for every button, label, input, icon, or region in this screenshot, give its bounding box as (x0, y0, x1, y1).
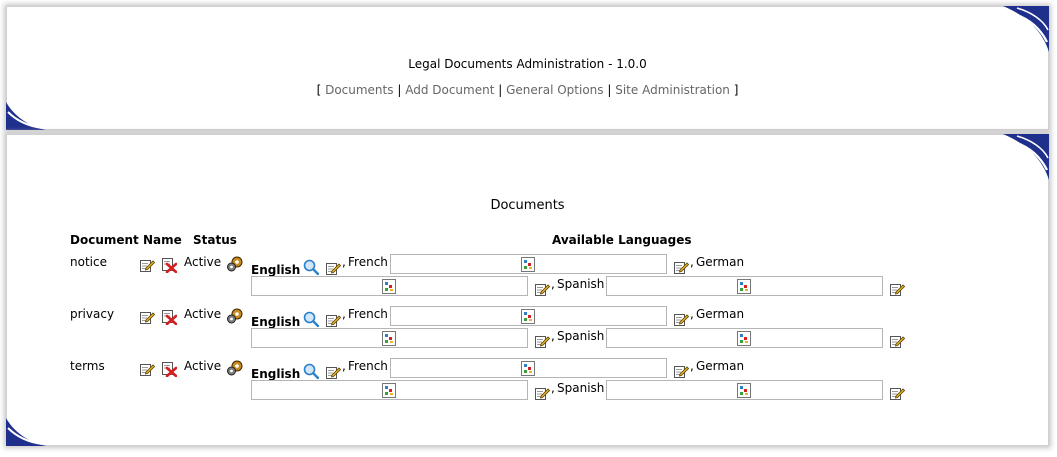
language-german-label: German (696, 359, 745, 373)
spanish-translation-field[interactable] (606, 328, 883, 348)
document-status: Active (184, 359, 222, 373)
edit-spanish-icon[interactable] (889, 333, 905, 349)
main-nav: [ Documents | Add Document | General Opt… (7, 83, 1048, 97)
comma-separator: , (551, 329, 555, 343)
nav-separator: | (397, 83, 402, 97)
nav-link-add-document[interactable]: Add Document (405, 83, 494, 97)
edit-french-icon[interactable] (673, 311, 689, 327)
view-english-search-icon[interactable] (303, 259, 319, 275)
french-translation-field[interactable] (390, 358, 667, 378)
edit-english-icon[interactable] (325, 364, 341, 380)
comma-separator: , (551, 381, 555, 395)
nav-bracket-open: [ (316, 83, 322, 97)
nav-link-documents[interactable]: Documents (325, 83, 393, 97)
broken-image-icon (737, 383, 751, 398)
broken-image-icon (737, 279, 751, 294)
comma-separator: , (342, 307, 346, 321)
corner-swoosh-icon (6, 418, 46, 446)
comma-separator: , (551, 277, 555, 291)
french-translation-field[interactable] (390, 254, 667, 274)
german-translation-field[interactable] (251, 328, 528, 348)
comma-separator: , (342, 255, 346, 269)
document-name: notice (70, 255, 107, 269)
language-french-label: French (348, 307, 388, 321)
app-title: Legal Documents Administration - 1.0.0 (408, 57, 647, 71)
edit-spanish-icon[interactable] (889, 281, 905, 297)
header-panel: Legal Documents Administration - 1.0.0 [… (6, 6, 1049, 130)
document-name: privacy (70, 307, 115, 321)
language-english-label: English (251, 367, 301, 381)
broken-image-icon (521, 309, 535, 324)
document-row-privacy: privacy Active English , French , German… (7, 306, 1048, 355)
broken-image-icon (737, 331, 751, 346)
broken-image-icon (521, 361, 535, 376)
edit-french-icon[interactable] (673, 363, 689, 379)
corner-swoosh-icon (1003, 134, 1049, 180)
german-translation-field[interactable] (251, 276, 528, 296)
delete-document-icon[interactable] (161, 361, 177, 377)
language-french-label: French (348, 359, 388, 373)
broken-image-icon (382, 279, 396, 294)
edit-german-icon[interactable] (534, 281, 550, 297)
language-german-label: German (696, 307, 745, 321)
edit-document-icon[interactable] (139, 257, 155, 273)
comma-separator: , (690, 359, 694, 373)
spanish-translation-field[interactable] (606, 380, 883, 400)
edit-english-icon[interactable] (325, 260, 341, 276)
broken-image-icon (521, 257, 535, 272)
document-status: Active (184, 307, 222, 321)
language-french-label: French (348, 255, 388, 269)
documents-panel: Documents Document Name Status Available… (6, 134, 1049, 446)
toggle-status-gear-icon[interactable] (226, 256, 244, 272)
edit-english-icon[interactable] (325, 312, 341, 328)
comma-separator: , (342, 359, 346, 373)
comma-separator: , (690, 255, 694, 269)
nav-link-site-administration[interactable]: Site Administration (615, 83, 730, 97)
edit-spanish-icon[interactable] (889, 385, 905, 401)
broken-image-icon (382, 383, 396, 398)
document-row-notice: notice Active English , French , German … (7, 254, 1048, 303)
edit-german-icon[interactable] (534, 333, 550, 349)
language-german-label: German (696, 255, 745, 269)
document-row-terms: terms Active English , French , German ,… (7, 358, 1048, 407)
corner-swoosh-icon (6, 102, 46, 130)
corner-swoosh-icon (1003, 6, 1049, 52)
column-header-available-languages: Available Languages (552, 233, 692, 247)
comma-separator: , (690, 307, 694, 321)
nav-link-general-options[interactable]: General Options (506, 83, 603, 97)
edit-french-icon[interactable] (673, 259, 689, 275)
broken-image-icon (382, 331, 396, 346)
spanish-translation-field[interactable] (606, 276, 883, 296)
toggle-status-gear-icon[interactable] (226, 308, 244, 324)
german-translation-field[interactable] (251, 380, 528, 400)
document-name: terms (70, 359, 105, 373)
view-english-search-icon[interactable] (303, 363, 319, 379)
delete-document-icon[interactable] (161, 257, 177, 273)
nav-separator: | (498, 83, 503, 97)
document-status: Active (184, 255, 222, 269)
toggle-status-gear-icon[interactable] (226, 360, 244, 376)
language-spanish-label: Spanish (557, 277, 605, 291)
french-translation-field[interactable] (390, 306, 667, 326)
language-spanish-label: Spanish (557, 381, 605, 395)
column-header-document-name: Document Name (70, 233, 182, 247)
view-english-search-icon[interactable] (303, 311, 319, 327)
edit-document-icon[interactable] (139, 309, 155, 325)
edit-document-icon[interactable] (139, 361, 155, 377)
language-english-label: English (251, 263, 301, 277)
nav-bracket-close: ] (733, 83, 739, 97)
section-title: Documents (490, 198, 565, 213)
delete-document-icon[interactable] (161, 309, 177, 325)
nav-separator: | (607, 83, 612, 97)
language-english-label: English (251, 315, 301, 329)
language-spanish-label: Spanish (557, 329, 605, 343)
column-header-status: Status (193, 233, 237, 247)
edit-german-icon[interactable] (534, 385, 550, 401)
